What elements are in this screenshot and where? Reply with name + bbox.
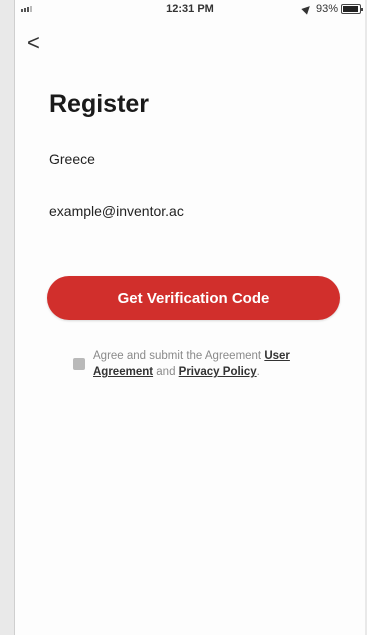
status-right: 93% [301, 3, 363, 15]
agreement-suffix: . [256, 366, 260, 378]
battery-fill [343, 6, 358, 12]
agreement-conjunction: and [153, 366, 179, 378]
email-field[interactable]: example@inventor.ac [49, 203, 339, 219]
agreement-prefix: Agree and submit the Agreement [93, 350, 265, 362]
battery-percent: 93% [315, 3, 338, 15]
agreement-row: Agree and submit the Agreement User Agre… [73, 348, 343, 380]
status-bar: 12:31 PM 93% [15, 0, 365, 22]
page-title: Register [49, 90, 150, 118]
privacy-policy-link[interactable]: Privacy Policy [179, 366, 257, 378]
app-screen: 12:31 PM 93% < Register Greece example@i… [14, 0, 365, 635]
agreement-text: Agree and submit the Agreement User Agre… [93, 348, 343, 380]
battery-icon [341, 4, 363, 14]
chevron-left-icon: < [27, 30, 40, 55]
country-selector[interactable]: Greece [49, 151, 339, 167]
get-verification-code-button[interactable]: Get Verification Code [47, 276, 340, 320]
agreement-checkbox[interactable] [73, 358, 85, 370]
location-arrow-icon [301, 3, 313, 15]
back-button[interactable]: < [27, 32, 51, 56]
